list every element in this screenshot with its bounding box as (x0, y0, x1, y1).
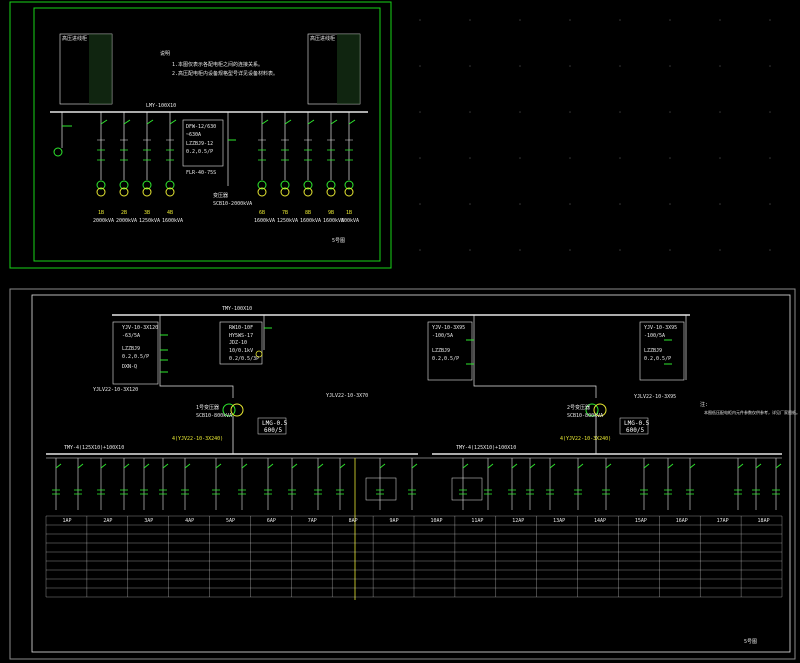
panel-id: 10AP (430, 518, 442, 524)
svg-text:-100/5A: -100/5A (644, 333, 665, 339)
feeder-id: 3B (144, 210, 150, 216)
feeder-id: 9B (328, 210, 334, 216)
feeder-id: 7B (282, 210, 288, 216)
feeder-id: 6B (259, 210, 265, 216)
svg-text:4(YJV22-10-3X240): 4(YJV22-10-3X240) (560, 436, 611, 442)
svg-text:FLR-40-75S: FLR-40-75S (186, 170, 216, 176)
feeder-kva: 2000kVA (116, 218, 137, 224)
svg-text:SCB10-800kVA: SCB10-800kVA (567, 413, 603, 419)
top-busbar-label: LMY-100X10 (146, 103, 176, 109)
svg-text:YJV-10-3X120: YJV-10-3X120 (122, 325, 158, 331)
svg-text:HY5WS-17: HY5WS-17 (229, 333, 253, 339)
svg-text:-63/5A: -63/5A (122, 333, 140, 339)
svg-text:SCB10-800kVA: SCB10-800kVA (196, 413, 232, 419)
feeder-kva: 2000kVA (93, 218, 114, 224)
panel-id: 12AP (512, 518, 524, 524)
svg-text:0.2,0.5/P: 0.2,0.5/P (122, 354, 149, 360)
svg-text:LMG-0.5: LMG-0.5 (262, 420, 288, 427)
svg-text:SCB10-2000kVA: SCB10-2000kVA (213, 201, 252, 207)
panel-id: 7AP (308, 518, 317, 524)
feeder-kva: 1250kVA (277, 218, 298, 224)
svg-text:LZZBJ9-12: LZZBJ9-12 (186, 141, 213, 147)
panel-id: 15AP (635, 518, 647, 524)
svg-text:YJLV22-10-3X120: YJLV22-10-3X120 (93, 387, 138, 393)
cad-canvas: 高压进线柜 高压进线柜 说明 1.本图仅表示各配电柜之间的连接关系。 2.高压配… (0, 0, 800, 663)
svg-text:JDZ-10: JDZ-10 (229, 340, 247, 346)
bottom-note-title: 注: (700, 401, 708, 408)
panel-id: 6AP (267, 518, 276, 524)
panel-id: 16AP (676, 518, 688, 524)
svg-text:YJLV22-10-3X95: YJLV22-10-3X95 (634, 394, 676, 400)
feeder-id: 1B (346, 210, 352, 216)
svg-text:600/5: 600/5 (264, 427, 282, 434)
bottom-sheet-label: 5号图 (744, 639, 757, 645)
svg-text:10/0.1kV: 10/0.1kV (229, 348, 253, 354)
panel-id: 14AP (594, 518, 606, 524)
feeder-id: 2B (121, 210, 127, 216)
svg-text:变压器: 变压器 (213, 192, 228, 199)
lv-bus-right-label: TMY-4(125X10)+100X10 (456, 445, 516, 451)
center-cable-label: YJLV22-10-3X70 (326, 393, 368, 399)
svg-text:DXN-Q: DXN-Q (122, 364, 137, 370)
panel-id: 13AP (553, 518, 565, 524)
lv-bus-left-label: TMY-4(125X10)+100X10 (64, 445, 124, 451)
notes-title: 说明 (160, 50, 170, 57)
note-2: 2.高压配电柜内设备规格型号详见设备材料表。 (172, 70, 278, 77)
svg-text:YJV-10-3X95: YJV-10-3X95 (644, 325, 677, 331)
svg-text:0.2,0.5/P: 0.2,0.5/P (644, 356, 671, 362)
note-1: 1.本图仅表示各配电柜之间的连接关系。 (172, 61, 263, 68)
feeder-kva: 1600kVA (162, 218, 183, 224)
svg-text:0.2,0.5/P: 0.2,0.5/P (186, 149, 213, 155)
svg-text:~630A: ~630A (186, 132, 201, 138)
panel-id: 17AP (717, 518, 729, 524)
feeder-kva: 1250kVA (139, 218, 160, 224)
feeder-id: 4B (167, 210, 173, 216)
svg-text:LZZBJ9: LZZBJ9 (432, 348, 450, 354)
feeder-kva: 1600kVA (254, 218, 275, 224)
left-panel-title: 高压进线柜 (62, 35, 87, 42)
panel-id: 3AP (144, 518, 153, 524)
svg-text:-100/5A: -100/5A (432, 333, 453, 339)
svg-text:0.2,0.5/P: 0.2,0.5/P (432, 356, 459, 362)
bottom-note-text: 本图低压配电柜内元件参数仅供参考，详见厂家图纸。 (704, 409, 800, 415)
panel-id: 1AP (62, 518, 71, 524)
panel-id: 2AP (103, 518, 112, 524)
panel-id: 8AP (349, 518, 358, 524)
panel-id: 5AP (226, 518, 235, 524)
feeder-id: 1B (98, 210, 104, 216)
svg-text:YJV-10-3X95: YJV-10-3X95 (432, 325, 465, 331)
svg-text:600/5: 600/5 (626, 427, 644, 434)
feeder-kva: 1600kVA (300, 218, 321, 224)
svg-text:4(YJV22-10-3X240): 4(YJV22-10-3X240) (172, 436, 223, 442)
panel-id: 4AP (185, 518, 194, 524)
panel-id: 9AP (390, 518, 399, 524)
right-panel-title: 高压进线柜 (310, 35, 335, 42)
top-sheet-label: 5号图 (332, 238, 345, 244)
svg-text:RW10-10F: RW10-10F (229, 325, 253, 331)
svg-text:LZZBJ9: LZZBJ9 (644, 348, 662, 354)
panel-id: 18AP (758, 518, 770, 524)
svg-text:LMG-0.5: LMG-0.5 (624, 420, 650, 427)
feeder-kva: 800kVA (341, 218, 359, 224)
svg-text:DFW-12/630: DFW-12/630 (186, 124, 216, 130)
svg-text:1号变压器: 1号变压器 (196, 404, 219, 411)
svg-text:0.2/0.5/3P: 0.2/0.5/3P (229, 356, 259, 362)
panel-id: 11AP (471, 518, 483, 524)
svg-text:LZZBJ9: LZZBJ9 (122, 346, 140, 352)
svg-text:2号变压器: 2号变压器 (567, 404, 590, 411)
hv-bus-label: TMY-100X10 (222, 306, 252, 312)
feeder-id: 8B (305, 210, 311, 216)
